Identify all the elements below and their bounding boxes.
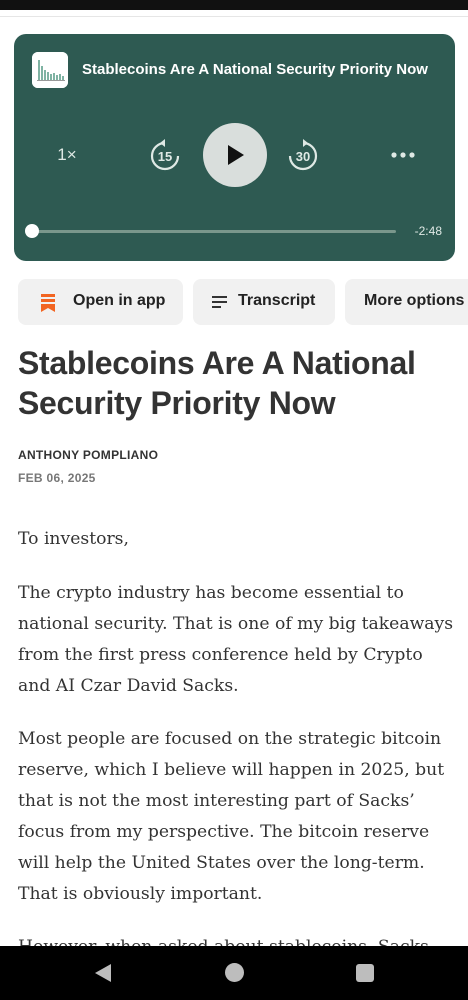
audio-player: Stablecoins Are A National Security Prio… <box>14 34 455 261</box>
play-button[interactable] <box>203 123 267 187</box>
skip-back-button[interactable]: 15 <box>149 138 181 172</box>
time-remaining: -2:48 <box>414 224 442 238</box>
circle-home-icon[interactable] <box>225 963 244 982</box>
ellipsis-icon <box>391 152 415 158</box>
square-recent-icon[interactable] <box>356 964 374 982</box>
article-paragraph: Most people are focused on the strategic… <box>18 729 445 904</box>
open-in-app-button[interactable]: Open in app <box>18 279 183 325</box>
lines-icon <box>212 296 227 308</box>
skip-forward-button[interactable]: 30 <box>287 138 319 172</box>
article-author[interactable]: ANTHONY POMPLIANO <box>18 448 158 462</box>
skip-forward-seconds: 30 <box>295 149 311 164</box>
play-icon <box>228 145 244 165</box>
bookmark-icon <box>41 294 55 312</box>
triangle-back-icon[interactable] <box>93 963 113 983</box>
skip-back-seconds: 15 <box>157 149 173 164</box>
transcript-label: Transcript <box>238 292 316 309</box>
action-bar: Open in app Transcript More options <box>18 279 468 325</box>
article-title: Stablecoins Are A National Security Prio… <box>18 345 416 421</box>
transcript-button[interactable]: Transcript <box>193 279 335 325</box>
playback-speed-button[interactable]: 1× <box>54 142 80 168</box>
article-date: FEB 06, 2025 <box>18 471 96 485</box>
article-paragraph: The crypto industry has become essential… <box>18 583 454 696</box>
podcast-thumbnail <box>32 52 68 88</box>
top-divider <box>0 16 468 17</box>
progress-track[interactable] <box>32 230 396 233</box>
status-bar <box>0 0 468 10</box>
player-title: Stablecoins Are A National Security Prio… <box>82 61 428 78</box>
more-options-label: More options <box>364 292 465 309</box>
article-paragraph: However, when asked about stablecoins, S… <box>18 932 458 946</box>
more-options-button[interactable]: More options <box>345 279 468 325</box>
system-nav-bar <box>0 946 468 1000</box>
progress-knob[interactable] <box>25 224 39 238</box>
player-more-button[interactable] <box>388 144 418 166</box>
open-in-app-label: Open in app <box>73 292 166 309</box>
article-paragraph: To investors, <box>18 529 129 549</box>
